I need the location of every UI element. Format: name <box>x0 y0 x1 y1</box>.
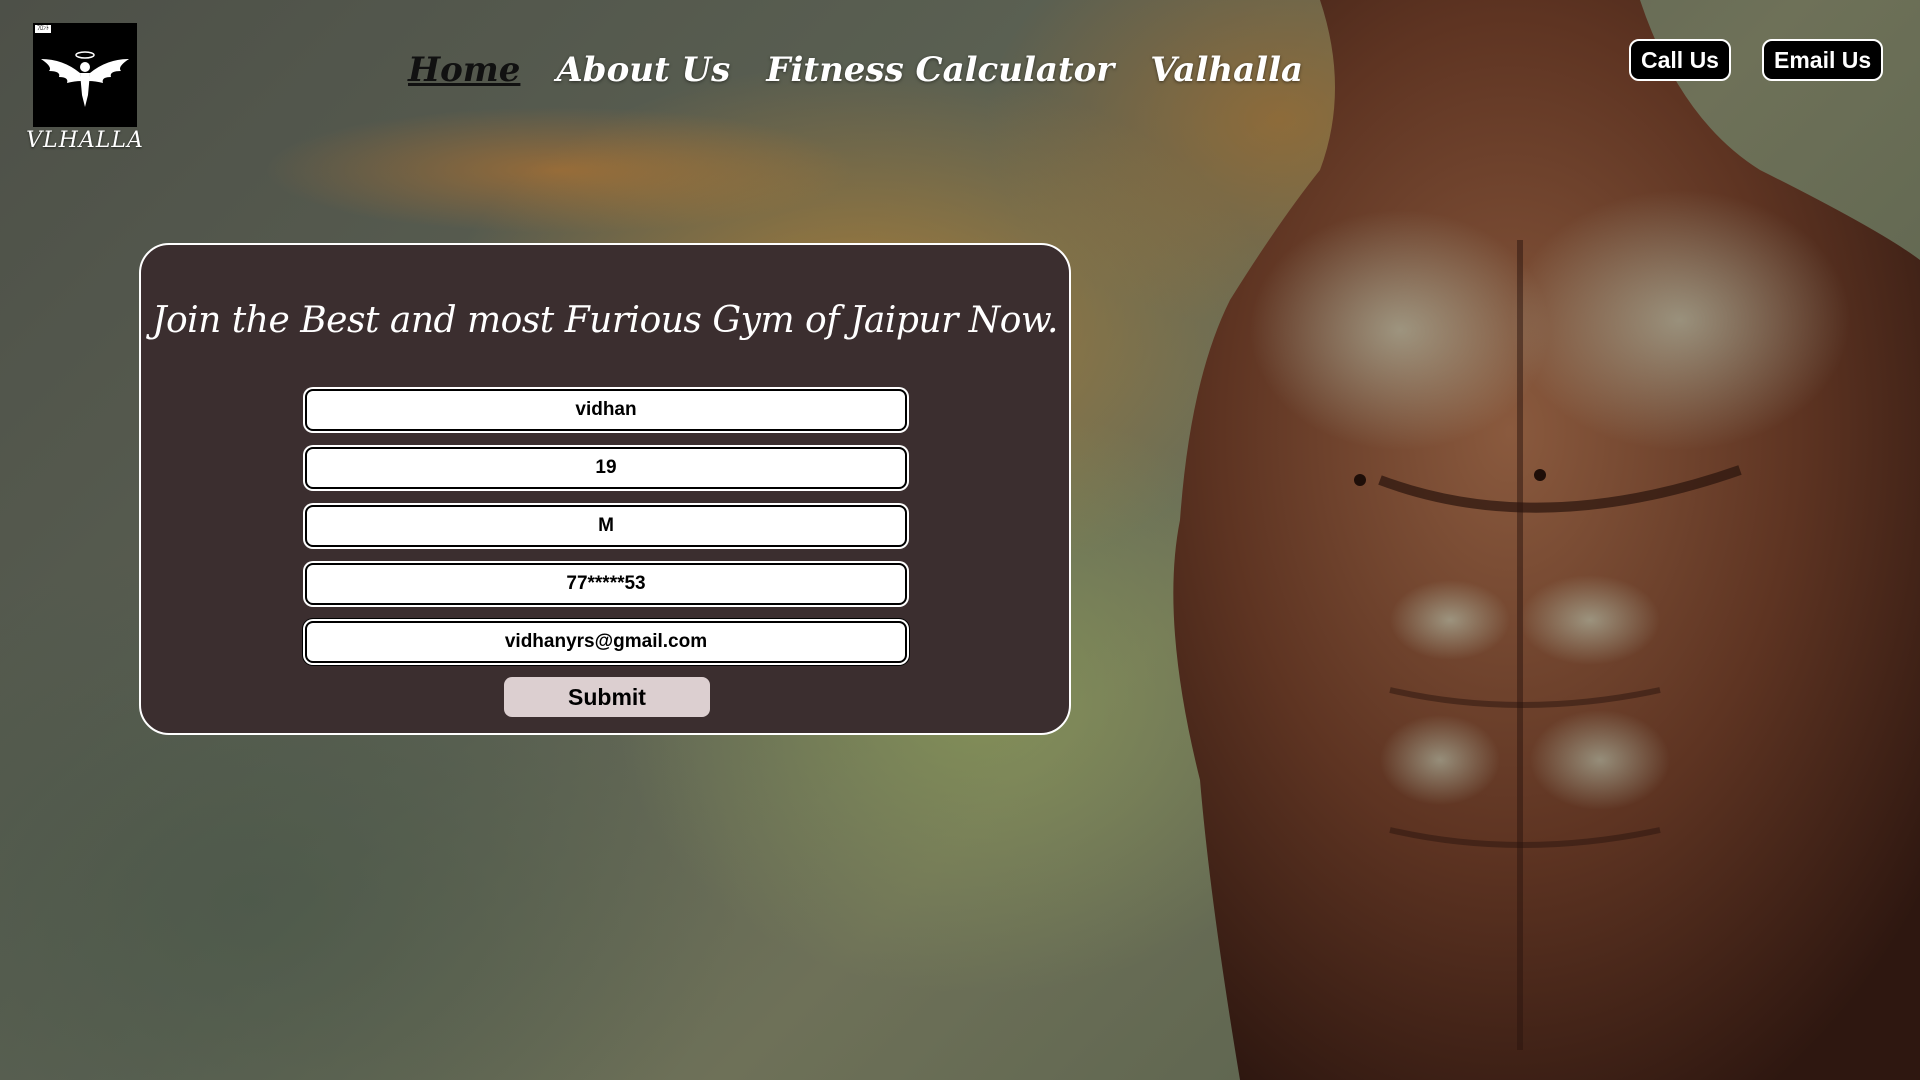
email-field[interactable] <box>305 621 907 663</box>
form-title: Join the Best and most Furious Gym of Ja… <box>152 300 1058 341</box>
nav-item-home[interactable]: Home <box>408 50 520 90</box>
gender-field[interactable] <box>305 505 907 547</box>
phone-field[interactable] <box>305 563 907 605</box>
nav-item-about-us[interactable]: About Us <box>556 50 730 90</box>
brand-name: VLHALLA <box>26 128 144 153</box>
winged-angel-icon <box>41 51 129 107</box>
hero-figure-image <box>1173 0 1920 1080</box>
email-us-button[interactable]: Email Us <box>1762 39 1884 81</box>
age-field[interactable] <box>305 447 907 489</box>
name-field[interactable] <box>305 389 907 431</box>
main-nav: Home About Us Fitness Calculator Valhall… <box>408 50 1303 90</box>
brand-logo[interactable]: ﾌﾛﾝﾄ <box>33 23 137 127</box>
nav-item-fitness-calculator[interactable]: Fitness Calculator <box>766 50 1114 90</box>
submit-button[interactable]: Submit <box>504 677 710 717</box>
nav-item-valhalla[interactable]: Valhalla <box>1150 50 1303 90</box>
call-us-button[interactable]: Call Us <box>1629 39 1731 81</box>
signup-form: Join the Best and most Furious Gym of Ja… <box>139 243 1071 735</box>
